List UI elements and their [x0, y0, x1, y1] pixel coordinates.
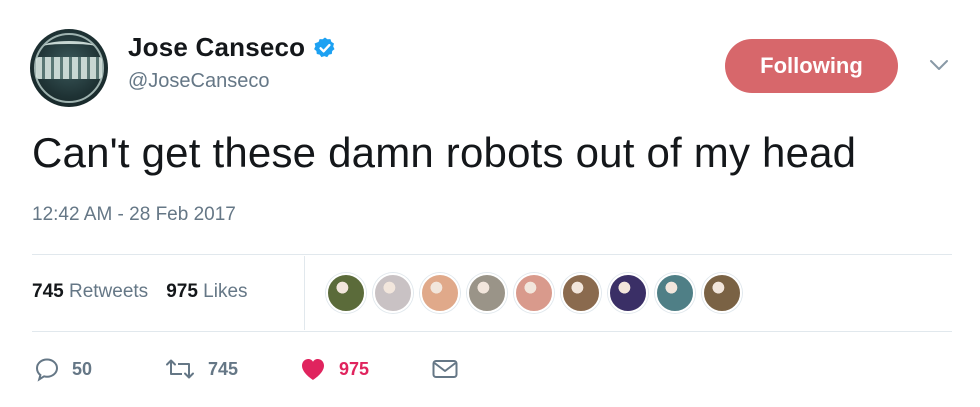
tweet-actions: 50 745 975 — [34, 356, 461, 382]
tweet-stats: 745 Retweets 975 Likes — [32, 281, 248, 303]
following-button[interactable]: Following — [725, 39, 898, 93]
liker-avatar[interactable] — [608, 273, 648, 313]
retweet-button[interactable]: 745 — [164, 356, 299, 382]
retweets-stat[interactable]: 745 Retweets — [32, 281, 148, 303]
liker-avatar[interactable] — [420, 273, 460, 313]
tweet-text: Can't get these damn robots out of my he… — [32, 129, 857, 176]
retweets-count: 745 — [32, 281, 64, 302]
tweet-timestamp[interactable]: 12:42 AM - 28 Feb 2017 — [32, 204, 236, 226]
chevron-down-icon[interactable] — [929, 58, 949, 72]
direct-message-button[interactable] — [431, 357, 461, 381]
likes-stat[interactable]: 975 Likes — [166, 281, 247, 303]
retweets-label: Retweets — [68, 281, 149, 302]
name-row: Jose Canseco — [128, 32, 337, 63]
retweet-icon — [166, 359, 194, 379]
liker-avatar[interactable] — [702, 273, 742, 313]
reply-count: 50 — [72, 358, 93, 379]
divider-bottom — [32, 331, 952, 332]
liker-avatar[interactable] — [467, 273, 507, 313]
heart-icon — [302, 359, 324, 380]
envelope-icon — [432, 360, 458, 378]
verified-badge-icon — [314, 37, 335, 57]
reply-button[interactable]: 50 — [34, 356, 164, 382]
profile-avatar[interactable] — [30, 29, 108, 107]
liker-avatar[interactable] — [514, 273, 554, 313]
retweet-count: 745 — [208, 358, 239, 379]
avatar-logo-band — [36, 57, 102, 79]
liker-avatar[interactable] — [326, 273, 366, 313]
reply-icon — [35, 358, 59, 382]
like-button[interactable]: 975 — [299, 356, 431, 382]
liker-avatar[interactable] — [373, 273, 413, 313]
liker-avatar[interactable] — [561, 273, 601, 313]
divider-top — [32, 254, 952, 255]
avatar-arc — [44, 41, 94, 51]
likes-count: 975 — [166, 281, 198, 302]
stats-divider — [304, 256, 305, 330]
likes-label: Likes — [203, 281, 248, 302]
liker-avatars — [326, 273, 742, 313]
like-count: 975 — [339, 358, 370, 379]
display-name[interactable]: Jose Canseco — [128, 32, 305, 63]
user-handle[interactable]: @JoseCanseco — [128, 70, 269, 93]
liker-avatar[interactable] — [655, 273, 695, 313]
